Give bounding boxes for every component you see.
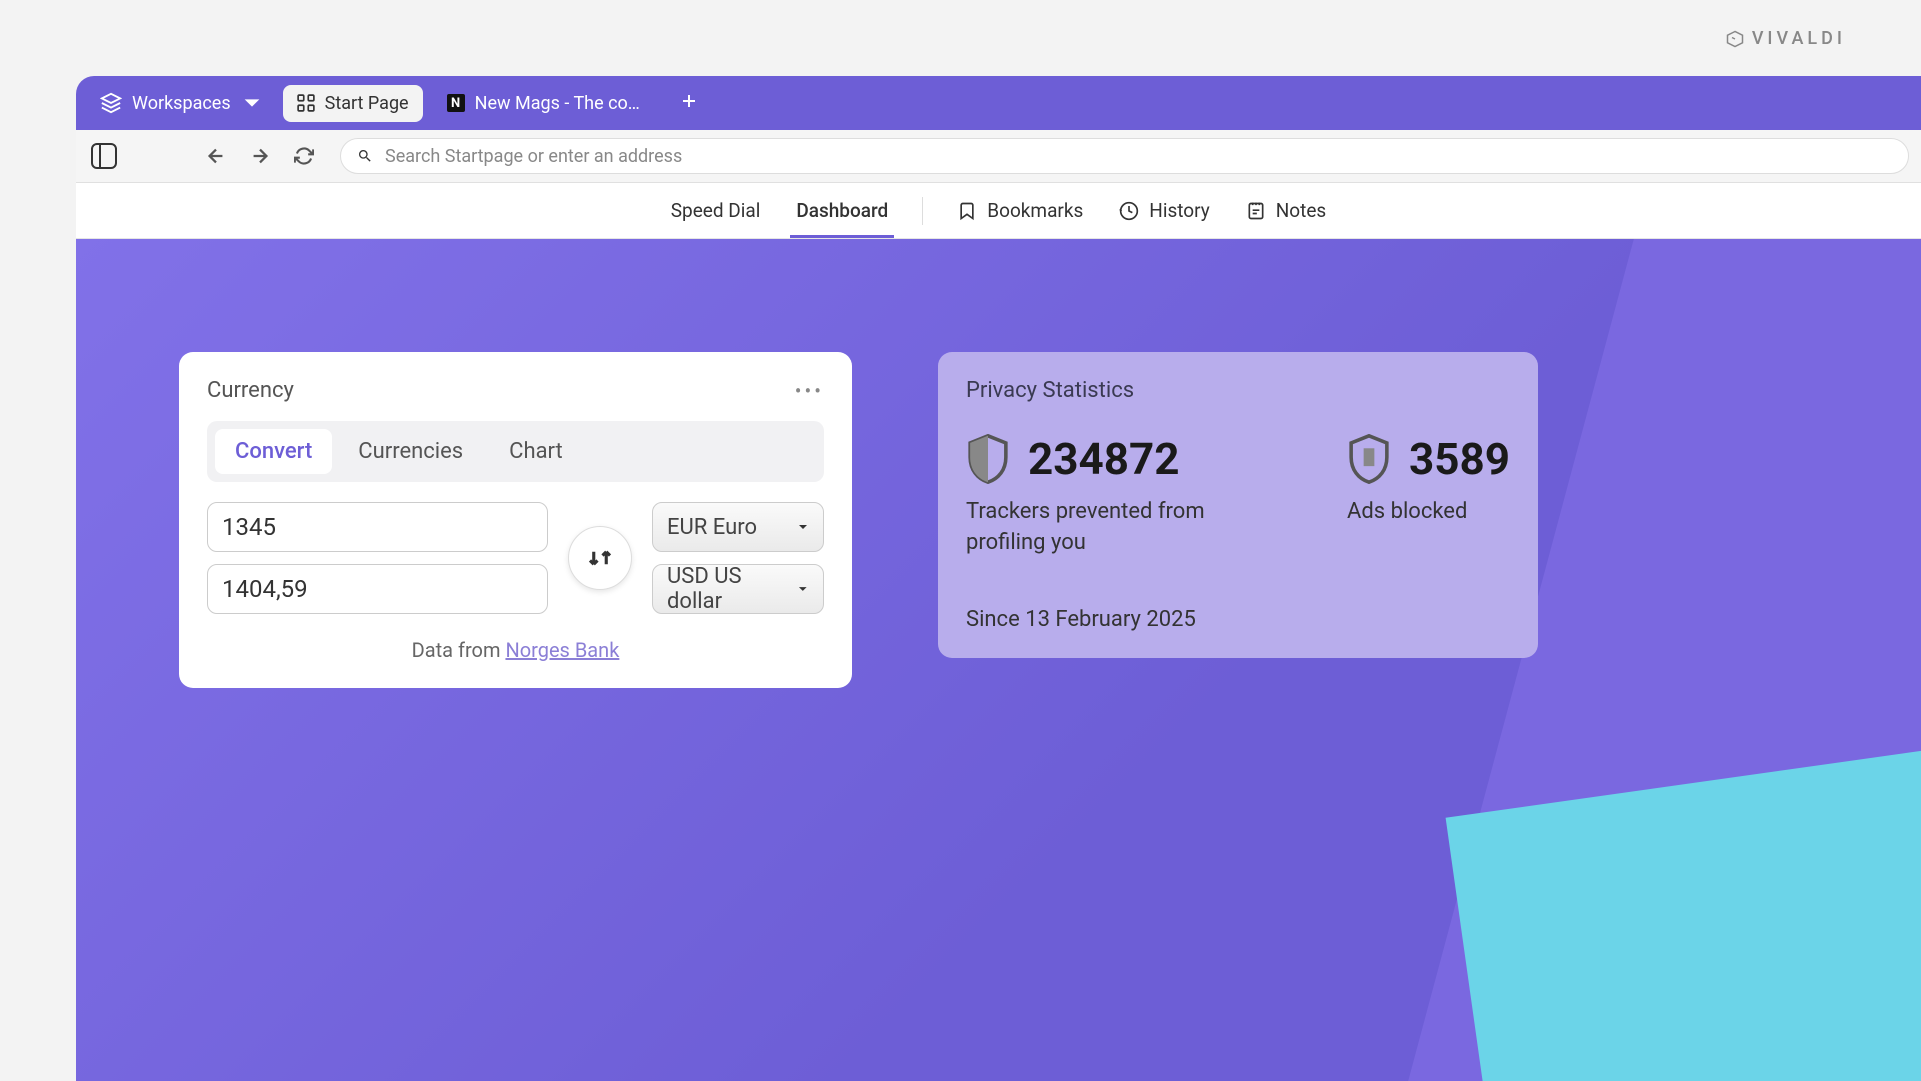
- tab-currencies[interactable]: Currencies: [338, 429, 483, 474]
- chevron-down-icon: [241, 92, 263, 114]
- panel-icon: [91, 143, 117, 169]
- currency-from-select[interactable]: EUR Euro: [652, 502, 824, 552]
- reload-button[interactable]: [288, 140, 320, 172]
- widget-title: Currency: [207, 378, 294, 403]
- ads-stat: 3589 Ads blocked: [1347, 433, 1510, 559]
- workspaces-label: Workspaces: [132, 93, 231, 114]
- divider: [922, 197, 923, 225]
- forward-button[interactable]: [244, 140, 276, 172]
- chevron-down-icon: [797, 583, 809, 595]
- ads-count: 3589: [1409, 433, 1510, 485]
- widget-menu-button[interactable]: •••: [795, 379, 824, 403]
- address-input[interactable]: [385, 146, 1892, 167]
- converter: EUR Euro USD US dollar: [207, 502, 824, 614]
- shield-icon: [1347, 434, 1391, 484]
- widget-title: Privacy Statistics: [966, 378, 1134, 403]
- tab-new-mags[interactable]: N New Mags - The coolest a: [433, 85, 663, 122]
- workspaces-icon: [100, 92, 122, 114]
- toolbar: [76, 130, 1921, 183]
- trackers-stat: 234872 Trackers prevented from profiling…: [966, 433, 1287, 559]
- nav-tab-bookmarks[interactable]: Bookmarks: [951, 184, 1089, 237]
- arrow-left-icon: [205, 145, 227, 167]
- nav-tab-dashboard[interactable]: Dashboard: [790, 184, 894, 237]
- tab-bar: Workspaces Start Page N New Mags - The c…: [76, 76, 1921, 130]
- source-link[interactable]: Norges Bank: [505, 638, 619, 662]
- chevron-down-icon: [797, 521, 809, 533]
- shield-icon: [966, 434, 1010, 484]
- back-button[interactable]: [200, 140, 232, 172]
- plus-icon: [681, 93, 697, 109]
- nav-tab-notes[interactable]: Notes: [1240, 184, 1333, 237]
- source-prefix: Data from: [412, 638, 506, 662]
- workspaces-button[interactable]: Workspaces: [90, 84, 273, 122]
- tab-convert[interactable]: Convert: [215, 429, 332, 474]
- nav-tab-history[interactable]: History: [1113, 184, 1215, 237]
- reload-icon: [294, 146, 314, 166]
- vivaldi-logo: VIVALDI: [1726, 28, 1846, 49]
- data-source: Data from Norges Bank: [207, 638, 824, 662]
- search-icon: [357, 148, 373, 164]
- ads-label: Ads blocked: [1347, 497, 1510, 528]
- tab-chart[interactable]: Chart: [489, 429, 583, 474]
- bookmark-icon: [957, 201, 977, 221]
- notes-icon: [1246, 201, 1266, 221]
- history-icon: [1119, 201, 1139, 221]
- swap-icon: [585, 543, 615, 573]
- new-tab-button[interactable]: [673, 85, 705, 121]
- grid-icon: [297, 94, 315, 112]
- tab-start-page[interactable]: Start Page: [283, 85, 423, 122]
- currency-widget: Currency ••• Convert Currencies Chart E: [179, 352, 852, 688]
- panel-toggle-button[interactable]: [88, 140, 120, 172]
- nav-tab-speed-dial[interactable]: Speed Dial: [665, 184, 767, 237]
- swap-button[interactable]: [568, 526, 632, 590]
- favicon-n-icon: N: [447, 94, 465, 112]
- currency-to-select[interactable]: USD US dollar: [652, 564, 824, 614]
- privacy-widget: Privacy Statistics 234872 Trackers preve…: [938, 352, 1538, 658]
- address-bar[interactable]: [340, 138, 1909, 174]
- nav-tabs: Speed Dial Dashboard Bookmarks History N…: [76, 183, 1921, 239]
- tab-label: New Mags - The coolest a: [475, 93, 649, 114]
- browser-window: Workspaces Start Page N New Mags - The c…: [76, 76, 1921, 1081]
- currency-tab-bar: Convert Currencies Chart: [207, 421, 824, 482]
- trackers-label: Trackers prevented from profiling you: [966, 497, 1287, 559]
- tab-label: Start Page: [325, 93, 409, 114]
- privacy-since: Since 13 February 2025: [966, 607, 1510, 632]
- currency-to-label: USD US dollar: [667, 564, 797, 614]
- amount-from-input[interactable]: [207, 502, 548, 552]
- dashboard-content: Currency ••• Convert Currencies Chart E: [76, 239, 1921, 1081]
- currency-from-label: EUR Euro: [667, 515, 757, 540]
- arrow-right-icon: [249, 145, 271, 167]
- amount-to-input[interactable]: [207, 564, 548, 614]
- trackers-count: 234872: [1028, 433, 1179, 485]
